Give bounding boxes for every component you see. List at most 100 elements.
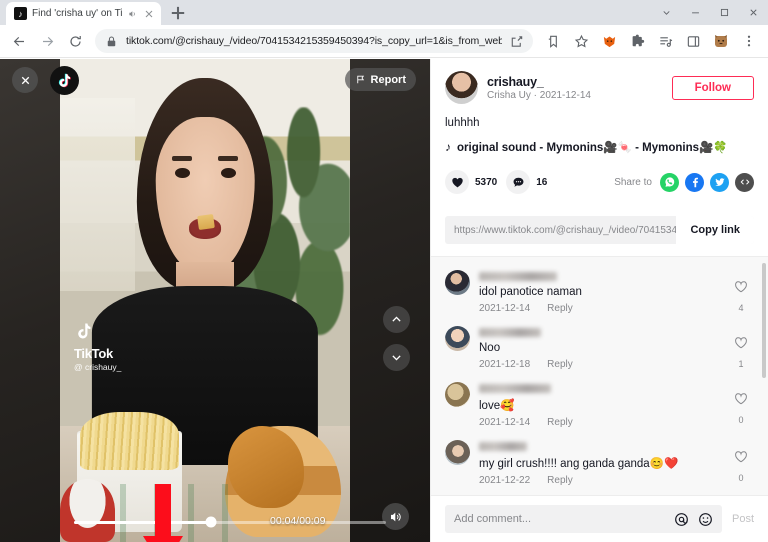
plus-icon [171,6,185,20]
commenter-avatar[interactable] [445,440,470,465]
report-button[interactable]: Report [344,68,416,91]
minimize-button[interactable] [681,0,710,25]
comment-bubble-icon [513,177,524,187]
maximize-button[interactable] [710,0,739,25]
post-header: crishauy_ Crisha Uy · 2021-12-14 Follow … [431,59,768,203]
comment-body: idol panotice naman 2021-12-14 Reply [479,270,719,314]
author-avatar[interactable] [445,71,478,104]
comment-meta: 2021-12-14 Reply [479,417,719,428]
like-stat: 5370 [445,170,497,194]
puzzle-extension-icon[interactable] [624,28,650,54]
comment-item: love🥰 2021-12-14 Reply 0 [431,377,768,435]
next-video-button[interactable] [383,344,410,371]
author-row: crishauy_ Crisha Uy · 2021-12-14 Follow [445,71,754,104]
music-label: original sound - Mymonins🎥🍬 - Mymonins🎥🍀 [457,142,728,154]
url-text: tiktok.com/@crishauy_/video/704153421535… [126,35,502,47]
progress-bar[interactable] [74,516,386,528]
emoji-icon[interactable] [698,512,713,527]
comment-body: love🥰 2021-12-14 Reply [479,382,719,428]
close-icon[interactable] [143,8,155,20]
at-mention-icon[interactable] [674,512,689,527]
commenter-avatar[interactable] [445,326,470,351]
comment-reply-button[interactable]: Reply [547,417,573,428]
address-bar[interactable]: tiktok.com/@crishauy_/video/704153421535… [95,29,533,53]
heart-outline-icon[interactable] [734,392,748,406]
embed-code-icon[interactable] [735,172,754,192]
comment-text: love🥰 [479,400,515,412]
reload-icon[interactable] [62,28,88,54]
comment-reply-button[interactable]: Reply [547,359,573,370]
tiktok-watermark-logo [74,321,121,345]
post-comment-button[interactable]: Post [732,513,754,525]
whatsapp-icon[interactable] [660,172,679,192]
comment-like-group: 0 [728,382,754,428]
heart-outline-icon[interactable] [734,450,748,464]
music-note-icon: ♪ [445,140,451,154]
author-handle[interactable]: crishauy_ [487,75,663,89]
share-label: Share to [614,176,652,188]
comment-input-box[interactable]: Add comment... [445,505,722,533]
comment-button[interactable] [506,170,531,194]
tiktok-video-page: Report TikTok @ crishauy_ 00:04/00:09 cr… [0,59,768,542]
comment-reply-button[interactable]: Reply [547,475,573,486]
star-icon[interactable] [568,28,594,54]
browser-toolbar: tiktok.com/@crishauy_/video/704153421535… [0,25,768,58]
comment-text: idol panotice naman [479,286,582,298]
share-group: Share to [614,172,754,192]
previous-video-button[interactable] [383,306,410,333]
browser-tab[interactable]: ♪ Find 'crisha uy' on TikTok | Ti [6,2,161,25]
lock-icon [107,36,116,46]
close-window-button[interactable] [739,0,768,25]
tabs-container: ♪ Find 'crisha uy' on TikTok | Ti [0,0,189,25]
comment-meta: 2021-12-22 Reply [479,475,719,486]
follow-button[interactable]: Follow [671,75,754,100]
video-info-panel: crishauy_ Crisha Uy · 2021-12-14 Follow … [430,59,768,542]
report-label: Report [370,73,406,86]
comment-count: 16 [536,176,548,188]
chevron-down-icon[interactable] [652,0,681,25]
comments-list[interactable]: idol panotice naman 2021-12-14 Reply 4 N… [431,257,768,495]
comment-like-group: 1 [728,326,754,370]
fox-extension-icon[interactable] [596,28,622,54]
side-panel-icon[interactable] [680,28,706,54]
engagement-row: 5370 16 Share to [445,170,754,194]
comments-scrollbar[interactable] [762,263,766,378]
window-controls [652,0,768,25]
comment-date: 2021-12-18 [479,359,531,370]
twitter-icon[interactable] [710,172,729,192]
comment-date: 2021-12-14 [479,417,531,428]
heart-outline-icon[interactable] [734,336,748,350]
tab-audio-playing-icon[interactable] [128,9,138,19]
author-fullname-date: Crisha Uy · 2021-12-14 [487,89,591,101]
close-video-button[interactable] [12,67,38,93]
chevron-up-icon [392,316,401,322]
back-arrow-icon[interactable] [6,28,32,54]
heart-outline-icon[interactable] [734,280,748,294]
comment-reply-button[interactable]: Reply [547,303,573,314]
bookmark-page-icon[interactable] [540,28,566,54]
like-button[interactable] [445,170,469,194]
commenter-username-blurred [479,328,541,337]
facebook-icon[interactable] [685,172,704,192]
reading-list-icon[interactable] [652,28,678,54]
new-tab-button[interactable] [167,2,189,24]
commenter-avatar[interactable] [445,382,470,407]
chevron-down-icon [392,355,401,361]
three-dot-menu-icon[interactable] [736,28,762,54]
share-icon[interactable] [509,34,524,49]
share-link-row: https://www.tiktok.com/@crishauy_/video/… [445,216,754,244]
copy-link-button[interactable]: Copy link [676,216,754,244]
comment-item: idol panotice naman 2021-12-14 Reply 4 [431,265,768,321]
video-player[interactable]: Report TikTok @ crishauy_ 00:04/00:09 [0,59,430,542]
forward-arrow-icon[interactable] [34,28,60,54]
volume-button[interactable] [382,503,409,530]
progress-scrubber-handle[interactable] [205,516,217,528]
commenter-avatar[interactable] [445,270,470,295]
tiktok-logo-icon[interactable] [50,66,79,95]
comment-like-count: 0 [738,473,744,483]
music-row[interactable]: ♪ original sound - Mymonins🎥🍬 - Mymonins… [445,140,754,154]
commenter-username-blurred [479,384,551,393]
profile-avatar-icon[interactable] [708,28,734,54]
speaker-icon [390,512,401,521]
share-link-text[interactable]: https://www.tiktok.com/@crishauy_/video/… [445,225,676,236]
